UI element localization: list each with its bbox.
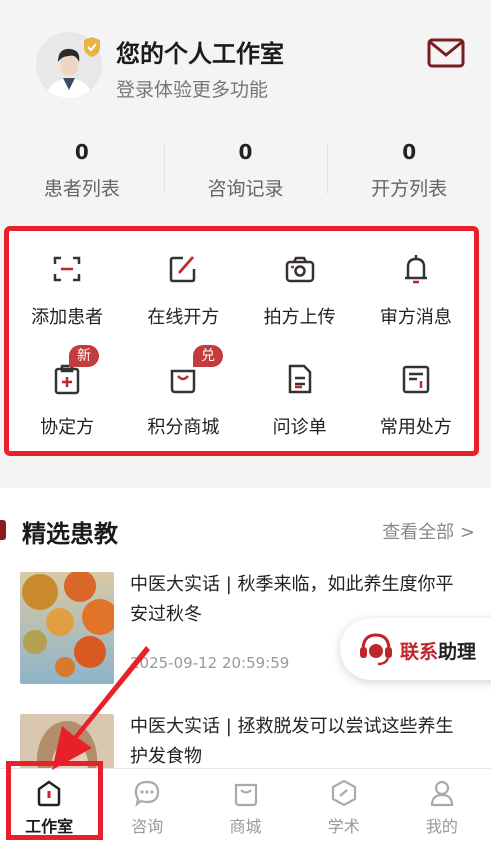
- assistant-label-part: 助理: [438, 641, 477, 663]
- medical-doc-icon: [54, 364, 80, 395]
- stat-value: 0: [74, 140, 89, 164]
- photo-upload-button[interactable]: 拍方上传: [242, 231, 358, 341]
- tab-mine[interactable]: 我的: [393, 769, 491, 843]
- consultation-form-button[interactable]: 问诊单: [242, 341, 358, 451]
- add-patient-button[interactable]: 添加患者: [9, 231, 125, 341]
- form-icon: [288, 364, 311, 394]
- tab-highlight-box: [6, 761, 103, 840]
- view-all-link[interactable]: 查看全部 >: [382, 518, 475, 544]
- chat-bubble-icon: [135, 780, 160, 807]
- tab-academic[interactable]: 学术: [295, 769, 393, 843]
- agreement-prescription-button[interactable]: 协定方: [9, 341, 125, 451]
- function-label: 协定方: [40, 417, 95, 438]
- tab-consult[interactable]: 咨询: [98, 769, 196, 843]
- login-prompt[interactable]: 登录体验更多功能: [116, 75, 268, 102]
- review-messages-button[interactable]: 审方消息: [358, 231, 474, 341]
- function-label: 常用处方: [379, 417, 452, 438]
- section-accent-bar: [0, 520, 6, 540]
- tab-label: 学术: [327, 817, 360, 836]
- section-title: 精选患教: [22, 520, 118, 548]
- function-label: 在线开方: [147, 307, 220, 328]
- autumn-leaves-thumbnail: [20, 572, 114, 684]
- tab-label: 咨询: [131, 817, 164, 836]
- stat-label: 患者列表: [43, 178, 120, 200]
- user-icon: [430, 780, 454, 807]
- stat-label: 咨询记录: [207, 178, 284, 200]
- stat-value: 0: [402, 140, 417, 164]
- function-label: 拍方上传: [263, 307, 336, 328]
- verified-badge-icon: [84, 37, 100, 57]
- scan-icon: [53, 256, 81, 282]
- mail-icon[interactable]: [427, 38, 465, 68]
- hexagon-icon: [331, 779, 356, 807]
- contact-label-part: 联系: [400, 641, 439, 663]
- stat-patients[interactable]: 0 患者列表: [0, 136, 164, 206]
- contact-assistant-button[interactable]: 联系助理: [340, 618, 491, 680]
- article-date: 2025-09-12 20:59:59: [130, 654, 290, 672]
- studio-title: 您的个人工作室: [116, 40, 284, 68]
- online-prescribe-button[interactable]: 在线开方: [125, 231, 241, 341]
- function-label: 添加患者: [31, 307, 104, 328]
- camera-icon: [285, 256, 314, 283]
- headset-icon: [360, 633, 392, 666]
- stat-prescriptions[interactable]: 0 开方列表: [327, 136, 491, 206]
- stat-value: 0: [238, 140, 253, 164]
- function-grid-card: 添加患者 在线开方 拍方上传 审方消息 协定方 积分商城 问诊单 常用处方 新 …: [4, 226, 479, 456]
- points-mall-button[interactable]: 积分商城: [125, 341, 241, 451]
- function-grid: 添加患者 在线开方 拍方上传 审方消息 协定方 积分商城 问诊单 常用处方: [9, 231, 474, 451]
- shopping-bag-icon: [234, 783, 257, 807]
- stat-label: 开方列表: [371, 178, 448, 200]
- new-badge: 新: [69, 345, 99, 367]
- article-title: 中医大实话 | 拯救脱发可以尝试这些养生护发食物: [130, 716, 454, 767]
- tab-label: 商城: [229, 817, 262, 836]
- function-label: 积分商城: [147, 417, 220, 438]
- stats-row: 0 患者列表 0 咨询记录 0 开方列表: [0, 136, 491, 206]
- shopping-bag-icon: [171, 369, 196, 394]
- prescription-icon: [402, 365, 430, 394]
- edit-icon: [170, 256, 196, 283]
- profile-header: 您的个人工作室 登录体验更多功能 0 患者列表 0 咨询记录 0 开方列表: [0, 0, 491, 215]
- function-label: 问诊单: [272, 417, 327, 438]
- tab-mall[interactable]: 商城: [196, 769, 294, 843]
- bell-icon: [404, 255, 427, 284]
- exchange-badge: 兑: [193, 345, 223, 367]
- contact-assistant-label: 联系助理: [400, 637, 476, 664]
- stat-consultations[interactable]: 0 咨询记录: [163, 136, 328, 206]
- tab-label: 我的: [425, 817, 458, 836]
- function-label: 审方消息: [379, 307, 452, 328]
- common-prescription-button[interactable]: 常用处方: [358, 341, 474, 451]
